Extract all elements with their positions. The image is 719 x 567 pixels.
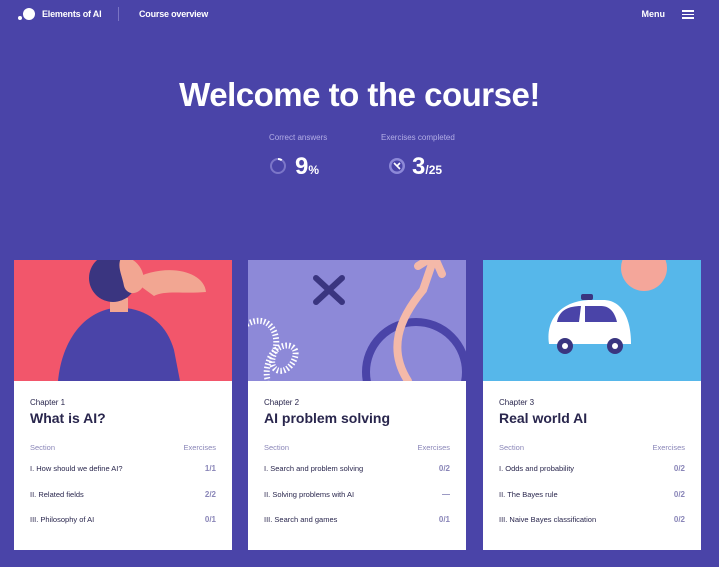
section-row[interactable]: I. Odds and probability 0/2 <box>499 464 685 476</box>
section-name[interactable]: II. Solving problems with AI <box>264 490 354 499</box>
section-name[interactable]: III. Search and games <box>264 515 337 524</box>
chapter-title[interactable]: Real world AI <box>499 410 587 426</box>
exercises-completed-stat: Exercises completed 3/25 <box>381 133 455 180</box>
section-row[interactable]: III. Search and games 0/1 <box>264 515 450 527</box>
stat-value: 9 <box>295 153 309 180</box>
progress-ring-icon <box>270 158 286 174</box>
problem-solving-icon <box>248 260 466 381</box>
stat-value: 3 <box>412 153 426 180</box>
exercises-column-header: Exercises <box>183 443 216 452</box>
chapter-2-illustration <box>248 260 466 381</box>
stat-unit: /25 <box>425 163 443 177</box>
section-score: 0/1 <box>204 515 216 524</box>
section-column-header: Section <box>264 443 290 452</box>
section-name[interactable]: I. Odds and probability <box>499 464 574 473</box>
thinking-person-icon <box>58 260 206 381</box>
section-row[interactable]: III. Philosophy of AI 0/1 <box>30 515 216 527</box>
section-row[interactable]: II. The Bayes rule 0/2 <box>499 490 685 502</box>
chapter-3-illustration <box>483 260 701 381</box>
exercises-progress-icon <box>389 158 405 174</box>
chapter-2-card[interactable]: Chapter 2 AI problem solving Section Exe… <box>248 260 466 550</box>
section-score: 1/1 <box>204 464 216 473</box>
section-row[interactable]: II. Solving problems with AI — <box>264 490 450 502</box>
exercises-column-header: Exercises <box>652 443 685 452</box>
chapter-title[interactable]: AI problem solving <box>264 410 390 426</box>
section-name[interactable]: III. Naive Bayes classification <box>499 515 596 524</box>
stat-label: Exercises completed <box>381 133 455 142</box>
header-divider <box>118 7 119 21</box>
brand-name[interactable]: Elements of AI <box>42 9 102 19</box>
section-score: 0/1 <box>438 515 450 524</box>
section-score: 0/2 <box>438 464 450 473</box>
exercises-column-header: Exercises <box>417 443 450 452</box>
section-score: 0/2 <box>673 464 685 473</box>
section-row[interactable]: III. Naive Bayes classification 0/2 <box>499 515 685 527</box>
section-score: 0/2 <box>673 490 685 499</box>
brand-logo-icon[interactable] <box>18 8 35 22</box>
section-row[interactable]: II. Related fields 2/2 <box>30 490 216 502</box>
chapter-title[interactable]: What is AI? <box>30 410 106 426</box>
stat-label: Correct answers <box>269 133 328 142</box>
hamburger-menu-icon[interactable] <box>682 10 694 19</box>
page-title: Welcome to the course! <box>179 76 540 113</box>
section-name[interactable]: II. The Bayes rule <box>499 490 558 499</box>
chapter-1-card[interactable]: Chapter 1 What is AI? Section Exercises … <box>14 260 232 550</box>
section-name[interactable]: I. Search and problem solving <box>264 464 363 473</box>
chapter-label: Chapter 2 <box>264 398 300 407</box>
section-name[interactable]: II. Related fields <box>30 490 84 499</box>
section-name[interactable]: III. Philosophy of AI <box>30 515 94 524</box>
menu-button[interactable]: Menu <box>642 9 666 19</box>
chapter-label: Chapter 3 <box>499 398 535 407</box>
top-navigation-bar: Elements of AI Course overview Menu <box>0 0 719 30</box>
section-row[interactable]: I. How should we define AI? 1/1 <box>30 464 216 476</box>
section-score: 2/2 <box>204 490 216 499</box>
section-name[interactable]: I. How should we define AI? <box>30 464 123 473</box>
section-score: 0/2 <box>673 515 685 524</box>
stat-unit: % <box>308 163 320 177</box>
self-driving-car-icon <box>548 260 667 354</box>
chapter-3-card[interactable]: Chapter 3 Real world AI Section Exercise… <box>483 260 701 550</box>
section-column-header: Section <box>30 443 56 452</box>
correct-answers-stat: Correct answers 9% <box>269 133 328 180</box>
section-score: — <box>442 490 450 499</box>
course-overview-link[interactable]: Course overview <box>139 9 208 19</box>
chapter-1-illustration <box>14 260 232 381</box>
section-row[interactable]: I. Search and problem solving 0/2 <box>264 464 450 476</box>
chapter-label: Chapter 1 <box>30 398 66 407</box>
section-column-header: Section <box>499 443 525 452</box>
